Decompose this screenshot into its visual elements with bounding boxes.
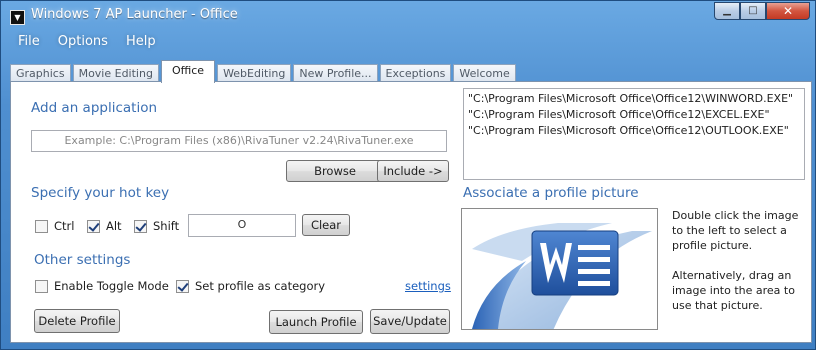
tab-movie-editing[interactable]: Movie Editing (72, 64, 159, 82)
tab-new-profile[interactable]: New Profile... (293, 64, 378, 82)
settings-link[interactable]: settings (405, 279, 451, 293)
toggle-mode-label: Enable Toggle Mode (54, 279, 169, 293)
profile-picture-box[interactable] (461, 208, 658, 330)
delete-profile-button[interactable]: Delete Profile (34, 309, 120, 333)
title-bar[interactable]: ▼ Windows 7 AP Launcher - Office ▁ □ ✕ (1, 1, 815, 31)
menu-bar: File Options Help (9, 32, 165, 51)
save-update-button[interactable]: Save/Update (370, 309, 450, 334)
caption-buttons: ▁ □ ✕ (714, 2, 810, 20)
menu-options[interactable]: Options (49, 32, 117, 51)
hotkey-heading: Specify your hot key (31, 185, 170, 201)
hotkey-input[interactable]: O (188, 214, 296, 237)
profile-category-label: Set profile as category (195, 279, 326, 293)
app-path-item[interactable]: "C:\Program Files\Microsoft Office\Offic… (468, 107, 800, 123)
launcher-app-icon[interactable]: ▼ (10, 10, 25, 25)
launch-profile-button[interactable]: Launch Profile (269, 310, 363, 334)
picture-help-text: Double click the image to the left to se… (672, 208, 808, 328)
ctrl-checkbox[interactable] (35, 219, 48, 233)
picture-help-1: Double click the image to the left to se… (672, 209, 799, 252)
other-settings-heading: Other settings (34, 252, 131, 268)
alt-checkbox[interactable] (87, 219, 100, 233)
menu-file[interactable]: File (9, 32, 49, 51)
alt-label: Alt (106, 219, 122, 233)
close-icon[interactable]: ✕ (766, 2, 810, 20)
picture-help-2: Alternatively, drag an image into the ar… (672, 269, 795, 312)
clear-button[interactable]: Clear (302, 214, 350, 236)
add-app-heading: Add an application (31, 100, 158, 116)
app-path-input[interactable]: Example: C:\Program Files (x86)\RivaTune… (31, 130, 447, 152)
profile-tabs: Graphics Movie Editing Office WebEditing… (10, 60, 518, 83)
tab-exceptions[interactable]: Exceptions (379, 64, 452, 82)
shift-label: Shift (153, 219, 180, 233)
app-paths-list[interactable]: "C:\Program Files\Microsoft Office\Offic… (463, 88, 805, 180)
menu-help[interactable]: Help (117, 32, 165, 51)
app-window: ▼ Windows 7 AP Launcher - Office ▁ □ ✕ F… (0, 0, 816, 350)
browse-button[interactable]: Browse (286, 160, 384, 182)
maximize-icon[interactable]: □ (740, 2, 766, 20)
ctrl-checkbox-row[interactable]: Ctrl (35, 219, 74, 233)
tab-office[interactable]: Office (160, 60, 216, 83)
tab-graphics[interactable]: Graphics (10, 64, 71, 82)
tab-webediting[interactable]: WebEditing (217, 64, 292, 82)
ctrl-label: Ctrl (54, 219, 75, 233)
minimize-icon[interactable]: ▁ (714, 2, 740, 20)
app-path-item[interactable]: "C:\Program Files\Microsoft Office\Offic… (468, 123, 800, 139)
profile-category-row[interactable]: Set profile as category (176, 279, 325, 293)
alt-checkbox-row[interactable]: Alt (87, 219, 122, 233)
window-title: Windows 7 AP Launcher - Office (31, 7, 238, 22)
toggle-mode-row[interactable]: Enable Toggle Mode (35, 279, 169, 293)
tab-welcome[interactable]: Welcome (453, 64, 516, 82)
shift-checkbox[interactable] (134, 219, 147, 233)
tab-panel: Add an application Example: C:\Program F… (10, 81, 812, 343)
profile-picture-heading: Associate a profile picture (463, 185, 639, 201)
profile-category-checkbox[interactable] (176, 279, 189, 293)
include-button[interactable]: Include -> (377, 160, 449, 182)
microsoft-word-icon (472, 223, 652, 329)
toggle-mode-checkbox[interactable] (35, 279, 48, 293)
app-path-item[interactable]: "C:\Program Files\Microsoft Office\Offic… (468, 91, 800, 107)
shift-checkbox-row[interactable]: Shift (134, 219, 179, 233)
